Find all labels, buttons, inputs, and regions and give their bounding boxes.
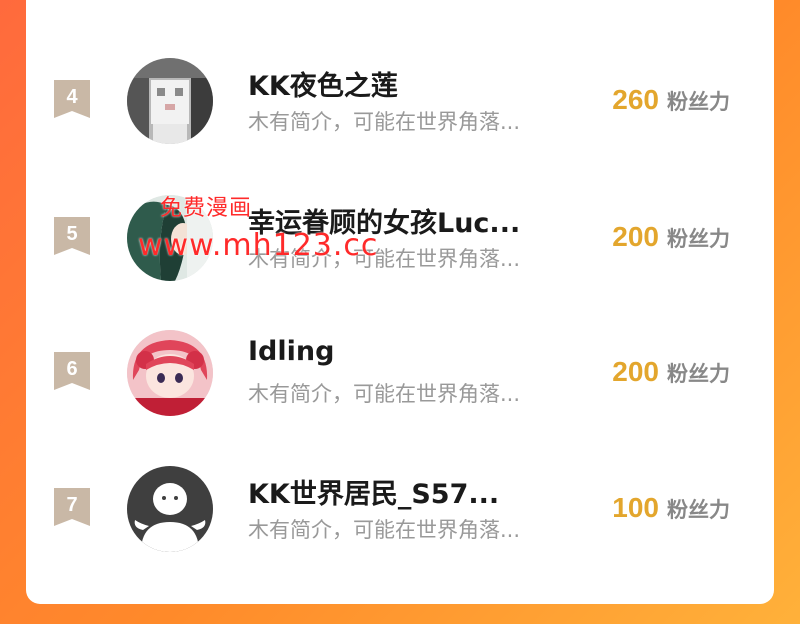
fans-label: 粉丝力 (667, 227, 730, 251)
fans-power: 200 粉丝力 (612, 221, 730, 253)
ranking-card: 4 KK夜色之莲 木有简介，可能在世界角落... 260 粉丝力 5 幸运眷顾的… (26, 0, 774, 604)
list-item[interactable]: 7 KK世界居民_S57... 木有简介，可能在世界角落... 100 粉丝力 (26, 466, 774, 566)
user-bio: 木有简介，可能在世界角落... (248, 110, 521, 134)
list-item[interactable]: 4 KK夜色之莲 木有简介，可能在世界角落... 260 粉丝力 (26, 58, 774, 158)
fans-label: 粉丝力 (667, 362, 730, 386)
rank-number: 7 (66, 494, 78, 516)
pixelated-photo-avatar-icon (127, 58, 213, 144)
fans-power: 260 粉丝力 (612, 84, 730, 116)
user-name[interactable]: KK世界居民_S57... (248, 472, 568, 511)
rank-badge: 5 (54, 217, 90, 257)
default-person-avatar-icon (127, 466, 213, 552)
user-bio: 木有简介，可能在世界角落... (248, 518, 521, 542)
fans-label: 粉丝力 (667, 90, 730, 114)
user-name[interactable]: Idling (248, 336, 568, 367)
user-name[interactable]: KK夜色之莲 (248, 64, 568, 103)
avatar[interactable] (127, 466, 213, 552)
fans-power: 100 粉丝力 (612, 492, 730, 524)
rank-badge: 4 (54, 80, 90, 120)
red-hair-anime-avatar-icon (127, 330, 213, 416)
avatar[interactable] (127, 330, 213, 416)
rank-badge: 6 (54, 352, 90, 392)
fans-label: 粉丝力 (667, 498, 730, 522)
fans-count: 200 (612, 356, 659, 387)
fans-count: 200 (612, 221, 659, 252)
fans-count: 260 (612, 84, 659, 115)
user-bio: 木有简介，可能在世界角落... (248, 382, 521, 406)
green-hair-girl-avatar-icon (127, 195, 213, 281)
user-bio: 木有简介，可能在世界角落... (248, 247, 521, 271)
rank-number: 6 (66, 358, 78, 380)
list-item[interactable]: 5 幸运眷顾的女孩Luc... 木有简介，可能在世界角落... 200 粉丝力 (26, 195, 774, 295)
avatar[interactable] (127, 58, 213, 144)
fans-power: 200 粉丝力 (612, 356, 730, 388)
fans-count: 100 (612, 492, 659, 523)
list-item[interactable]: 6 Idling 木有简介，可能在世界角落... 200 粉丝力 (26, 330, 774, 430)
rank-badge: 7 (54, 488, 90, 528)
user-name[interactable]: 幸运眷顾的女孩Luc... (248, 201, 568, 240)
rank-number: 5 (66, 223, 78, 245)
rank-number: 4 (66, 86, 78, 108)
avatar[interactable] (127, 195, 213, 281)
